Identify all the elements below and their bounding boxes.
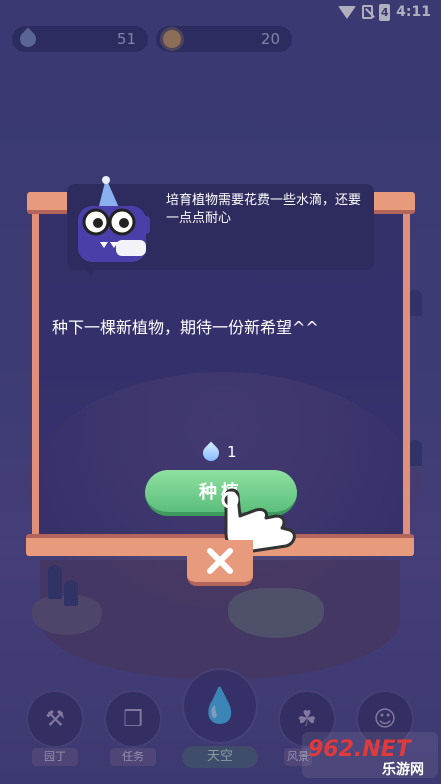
watermark-logo: 962.NET 乐游网 [302, 732, 438, 778]
svg-text:乐游网: 乐游网 [382, 761, 424, 778]
water-cost-value: 1 [227, 442, 237, 461]
frame-right-post [403, 210, 410, 540]
frame-left-post [32, 210, 39, 540]
dialog-message: 种下一棵新植物，期待一份新希望^^ [52, 318, 319, 337]
mascot-character-icon [78, 176, 150, 262]
speech-bubble-text: 培育植物需要花费一些水滴，还要一点点耐心 [166, 193, 362, 226]
close-icon [207, 548, 233, 574]
svg-text:962.NET: 962.NET [308, 737, 413, 762]
close-button[interactable] [187, 540, 253, 586]
water-drop-icon [199, 441, 223, 465]
water-cost: 1 [199, 441, 237, 465]
